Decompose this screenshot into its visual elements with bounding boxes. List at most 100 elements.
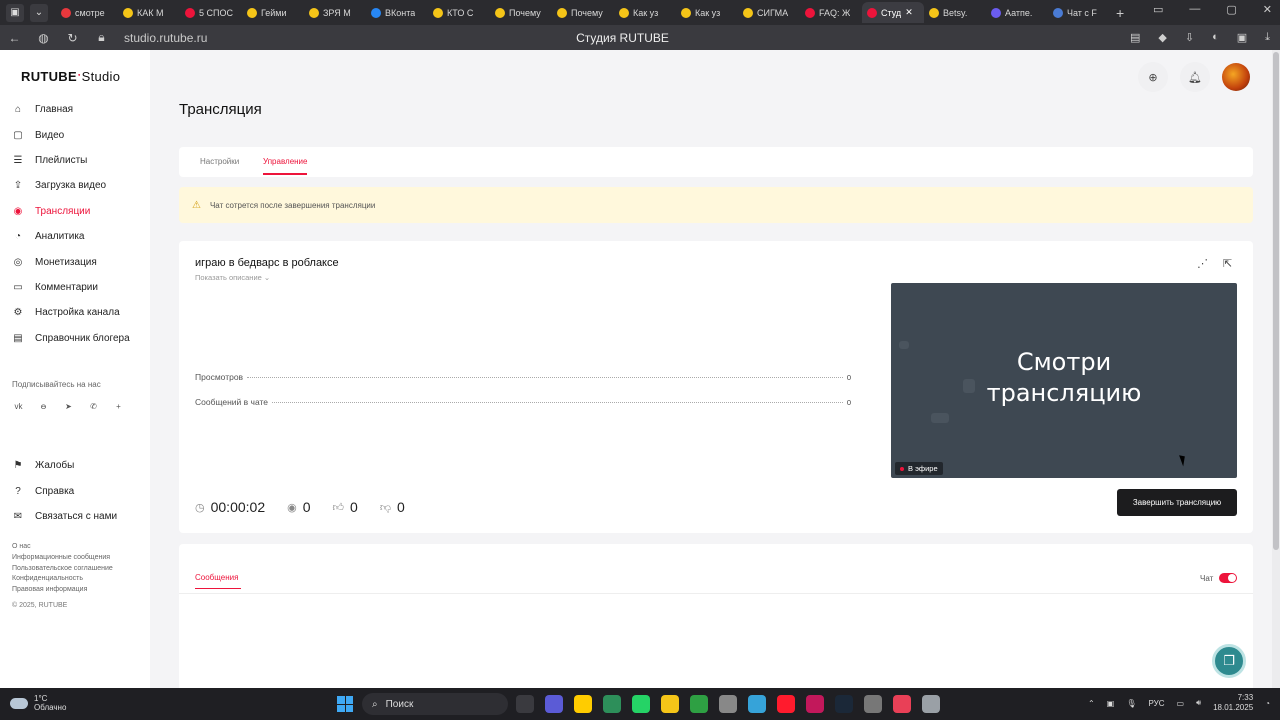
url-field[interactable]: studio.rutube.ru: [124, 31, 207, 45]
taskbar-app-icon[interactable]: [603, 695, 621, 713]
sidebar-item[interactable]: ☰ Плейлисты: [12, 148, 130, 173]
telegram-icon[interactable]: ➤: [62, 400, 75, 413]
microphone-icon[interactable]: 🎙︎: [1126, 699, 1136, 708]
footer-link[interactable]: Пользовательское соглашение: [12, 564, 113, 575]
scrollbar-thumb[interactable]: [1273, 52, 1279, 550]
bookmark-icon[interactable]: ◆: [1158, 31, 1166, 44]
viber-icon[interactable]: ✆: [87, 400, 100, 413]
sidebar-item[interactable]: ◉ Трансляции: [12, 199, 130, 224]
sidebar-item[interactable]: ⇪ Загрузка видео: [12, 173, 130, 198]
sidebar-item[interactable]: ▭ Комментарии: [12, 275, 130, 300]
taskbar-app-icon[interactable]: [864, 695, 882, 713]
browser-tab[interactable]: Почему: [490, 2, 552, 23]
browser-tab[interactable]: смотре: [56, 2, 118, 23]
notifications-icon[interactable]: ◔: [1265, 699, 1270, 708]
tab-management[interactable]: Управление: [263, 157, 308, 175]
taskbar-app-icon[interactable]: [748, 695, 766, 713]
window-maximize-icon[interactable]: ▢: [1226, 3, 1236, 16]
share-icon[interactable]: ⋰: [1197, 257, 1208, 270]
tray-app-icon[interactable]: ▣: [1107, 699, 1115, 708]
taskbar-app-icon[interactable]: [719, 695, 737, 713]
sidebar-item[interactable]: ? Справка: [12, 478, 117, 503]
window-minimize-icon[interactable]: —: [1189, 3, 1200, 16]
extensions-icon[interactable]: ◐: [1212, 31, 1219, 44]
sidebar-item[interactable]: ▢ Видео: [12, 122, 130, 147]
volume-icon[interactable]: 🔊︎: [1196, 698, 1201, 708]
support-chat-button[interactable]: ❐: [1212, 644, 1246, 678]
tab-list-chevron-icon[interactable]: ⌄: [30, 3, 48, 22]
sidebar-item[interactable]: ⚑ Жалобы: [12, 453, 117, 478]
language-indicator[interactable]: РУС: [1148, 699, 1164, 708]
collections-icon[interactable]: ▣: [1237, 31, 1247, 44]
footer-link[interactable]: Правовая информация: [12, 585, 113, 596]
tab-messages[interactable]: Сообщения: [195, 573, 242, 589]
browser-tab[interactable]: СИГМА: [738, 2, 800, 23]
window-close-icon[interactable]: ✕: [1263, 3, 1272, 16]
taskbar-app-icon[interactable]: [632, 695, 650, 713]
sidebar-item[interactable]: ⚙ Настройка канала: [12, 300, 130, 325]
browser-tab[interactable]: Как уз: [614, 2, 676, 23]
browser-tab[interactable]: Betsy.: [924, 2, 986, 23]
windows-start-icon[interactable]: [337, 696, 353, 712]
browser-tab[interactable]: Почему: [552, 2, 614, 23]
notifications-bell-icon[interactable]: 🔔︎: [1180, 62, 1210, 92]
sidebar-item[interactable]: ✉ Связаться с нами: [12, 504, 117, 529]
footer-link[interactable]: Конфиденциальность: [12, 574, 113, 585]
sidebar-item[interactable]: ◔ Аналитика: [12, 224, 130, 249]
browser-tab[interactable]: 5 СПОС: [180, 2, 242, 23]
end-stream-button[interactable]: Завершить трансляцию: [1117, 489, 1237, 516]
download-manager-icon[interactable]: ⤓: [1265, 31, 1270, 44]
reload-icon[interactable]: ↻: [58, 31, 87, 45]
browser-tab[interactable]: Как уз: [676, 2, 738, 23]
sidebar-item[interactable]: ◎ Монетизация: [12, 249, 130, 274]
chat-switch[interactable]: [1219, 573, 1238, 583]
add-content-icon[interactable]: ⊕: [1138, 62, 1168, 92]
show-description-link[interactable]: Показать описание ⌄: [195, 273, 270, 282]
page-scrollbar[interactable]: [1272, 50, 1280, 688]
taskbar-app-icon[interactable]: [893, 695, 911, 713]
taskbar-app-icon[interactable]: [661, 695, 679, 713]
open-external-icon[interactable]: ⇱: [1223, 257, 1232, 270]
ok-icon[interactable]: ꙫ: [37, 400, 50, 413]
browser-tab[interactable]: КТО С: [428, 2, 490, 23]
taskbar-search[interactable]: ⌕ Поиск: [362, 693, 508, 715]
browser-menu-icon[interactable]: ▣: [6, 3, 24, 22]
avatar[interactable]: [1222, 63, 1250, 91]
vk-icon[interactable]: vk: [12, 400, 25, 413]
downloads-icon[interactable]: ⇩: [1185, 31, 1194, 44]
back-icon[interactable]: ←: [0, 31, 29, 45]
taskbar-app-icon[interactable]: [545, 695, 563, 713]
network-icon[interactable]: ▭: [1177, 699, 1185, 708]
protect-icon[interactable]: ◍: [29, 31, 58, 45]
footer-link[interactable]: О нас: [12, 542, 113, 553]
browser-tab[interactable]: FAQ: Ж: [800, 2, 862, 23]
taskbar-app-icon[interactable]: [690, 695, 708, 713]
clock[interactable]: 7:33 18.01.2025: [1213, 693, 1253, 713]
taskbar-app-icon[interactable]: [922, 695, 940, 713]
browser-tab[interactable]: Студ ✕: [862, 2, 924, 23]
rutube-studio-logo[interactable]: RUTUBEˑStudio: [21, 69, 120, 84]
browser-tab[interactable]: КАК М: [118, 2, 180, 23]
new-tab-icon[interactable]: +: [1116, 5, 1124, 21]
browser-tab[interactable]: Аатпе.: [986, 2, 1048, 23]
window-restore-icon[interactable]: ▭: [1153, 3, 1163, 16]
more-icon[interactable]: +: [112, 400, 125, 413]
chat-toggle[interactable]: Чат: [1200, 573, 1238, 583]
browser-tab[interactable]: ЗРЯ М: [304, 2, 366, 23]
weather-widget[interactable]: 1°C Облачно: [10, 694, 66, 712]
browser-tab[interactable]: Чат с F: [1048, 2, 1110, 23]
taskbar-app-icon[interactable]: [806, 695, 824, 713]
tab-close-icon[interactable]: ✕: [905, 7, 913, 18]
stream-preview[interactable]: Смотри трансляцию В эфире: [891, 283, 1237, 478]
taskbar-app-icon[interactable]: [574, 695, 592, 713]
reader-icon[interactable]: ▤: [1130, 31, 1140, 44]
sidebar-item[interactable]: ⌂ Главная: [12, 97, 130, 122]
footer-link[interactable]: Информационные сообщения: [12, 553, 113, 564]
taskbar-app-icon[interactable]: [835, 695, 853, 713]
taskbar-app-icon[interactable]: [516, 695, 534, 713]
tray-chevron-icon[interactable]: ⌃: [1088, 699, 1095, 708]
browser-tab[interactable]: ВКонта: [366, 2, 428, 23]
taskbar-app-icon[interactable]: [777, 695, 795, 713]
sidebar-item[interactable]: ▤ Справочник блогера: [12, 326, 129, 351]
tab-settings[interactable]: Настройки: [200, 157, 239, 166]
